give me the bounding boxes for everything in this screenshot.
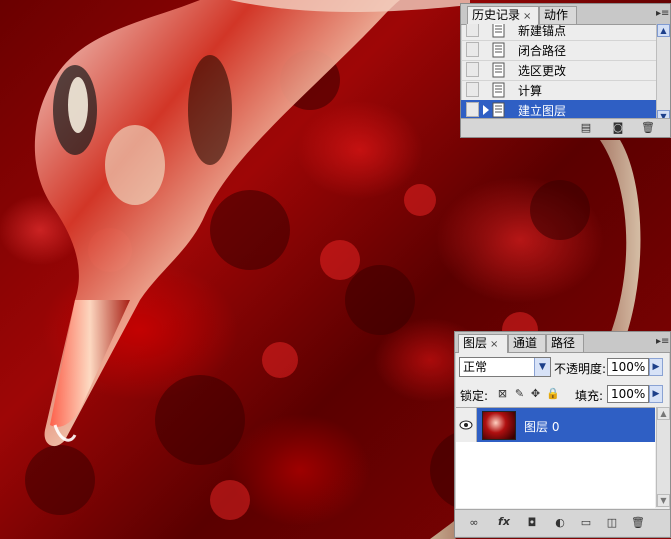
panel-menu-icon[interactable]: ▸≡ — [656, 8, 669, 20]
fill-label: 填充: — [575, 389, 604, 403]
snapshot-checkbox[interactable] — [466, 102, 479, 117]
history-item-label: 计算 — [518, 84, 543, 98]
lock-transparent-pixels-icon[interactable]: ⊠ — [496, 387, 509, 400]
tab-paths[interactable]: 路径 — [546, 334, 584, 352]
history-state-icon — [492, 42, 505, 58]
tab-paths-label: 路径 — [551, 336, 576, 350]
tab-channels-label: 通道 — [513, 336, 538, 350]
fill-input[interactable]: 100% — [607, 385, 649, 403]
list-item[interactable]: 选区更改 — [461, 60, 657, 81]
history-list: 新建锚点 闭合路径 选区更改 计算 建立图层 — [461, 24, 670, 124]
tab-actions-label: 动作 — [544, 8, 569, 22]
tab-actions[interactable]: 动作 — [539, 6, 577, 24]
layers-footer: ∞ fx ◘ ◐ ▭ ◫ 🗑 — [455, 509, 670, 536]
lock-position-icon[interactable]: ✥ — [529, 387, 542, 400]
folder-icon[interactable]: ▭ — [579, 517, 593, 529]
history-item-label: 建立图层 — [518, 104, 567, 118]
layers-list: 图层 0 — [456, 407, 655, 508]
opacity-slider-arrow-icon[interactable]: ▶ — [649, 358, 663, 376]
eye-icon[interactable] — [459, 420, 473, 430]
list-item[interactable]: 新建锚点 — [461, 24, 657, 41]
tab-layers-label: 图层 — [463, 336, 488, 350]
panel-menu-icon[interactable]: ▸≡ — [656, 336, 669, 348]
history-item-label: 选区更改 — [518, 64, 567, 78]
fill-slider-arrow-icon[interactable]: ▶ — [649, 385, 663, 403]
trash-icon[interactable]: 🗑 — [631, 517, 645, 529]
history-state-icon — [492, 62, 505, 78]
close-icon[interactable]: × — [490, 339, 498, 350]
snapshot-checkbox[interactable] — [466, 62, 479, 77]
opacity-label: 不透明度: — [554, 362, 607, 376]
layers-scrollbar[interactable]: ▲ ▼ — [656, 407, 670, 507]
history-scrollbar[interactable]: ▲ ▼ — [656, 24, 670, 123]
history-item-label: 新建锚点 — [518, 24, 567, 38]
tab-history[interactable]: 历史记录 × — [467, 6, 539, 25]
scroll-down-icon[interactable]: ▼ — [657, 494, 670, 507]
chevron-down-icon[interactable]: ▼ — [534, 358, 550, 376]
adjustment-icon[interactable]: ◐ — [553, 517, 567, 529]
history-state-pointer-icon[interactable] — [483, 105, 489, 115]
list-item[interactable]: 闭合路径 — [461, 40, 657, 61]
layers-panel: 图层 × 通道 路径 ▸≡ 正常 ▼ 不透明度: 100% ▶ 锁定: ⊠ ✎ ✥… — [454, 331, 671, 538]
lock-label: 锁定: — [460, 389, 489, 403]
layer-thumbnail — [482, 411, 516, 440]
layer-visibility-toggle[interactable] — [456, 408, 477, 442]
layer-name: 图层 0 — [524, 420, 560, 434]
scroll-up-icon[interactable]: ▲ — [657, 407, 670, 420]
new-layer-icon[interactable]: ◫ — [605, 517, 619, 529]
layers-tabbar: 图层 × 通道 路径 ▸≡ — [455, 332, 670, 353]
opacity-input[interactable]: 100% — [607, 358, 649, 376]
scroll-up-icon[interactable]: ▲ — [657, 24, 670, 37]
camera-icon[interactable]: ◙ — [611, 122, 625, 134]
snapshot-checkbox[interactable] — [466, 42, 479, 57]
lock-all-icon[interactable]: 🔒 — [546, 387, 560, 400]
blend-mode-value: 正常 — [463, 360, 488, 374]
snapshot-checkbox[interactable] — [466, 24, 479, 37]
layer-row[interactable]: 图层 0 — [456, 408, 655, 442]
tab-layers[interactable]: 图层 × — [458, 334, 508, 353]
snapshot-checkbox[interactable] — [466, 82, 479, 97]
trash-icon[interactable]: 🗑 — [641, 122, 655, 134]
mask-icon[interactable]: ◘ — [525, 517, 539, 529]
fx-icon[interactable]: fx — [497, 516, 511, 528]
link-icon[interactable]: ∞ — [467, 517, 481, 529]
history-state-icon — [492, 24, 505, 38]
close-icon[interactable]: × — [523, 11, 531, 22]
history-item-label: 闭合路径 — [518, 44, 567, 58]
blend-mode-select[interactable]: 正常 ▼ — [459, 357, 551, 377]
history-footer: ▤ ◙ 🗑 — [461, 118, 670, 137]
tab-channels[interactable]: 通道 — [508, 334, 546, 352]
tab-history-label: 历史记录 — [472, 8, 521, 22]
history-state-icon — [492, 82, 505, 98]
history-tabbar: 历史记录 × 动作 ▸≡ — [461, 4, 670, 25]
history-state-icon — [492, 102, 505, 118]
list-item[interactable]: 计算 — [461, 80, 657, 101]
history-panel: 历史记录 × 动作 ▸≡ 新建锚点 闭合路径 选区更改 计算 建立图层 ▲ ▼ … — [460, 3, 671, 138]
lock-image-pixels-icon[interactable]: ✎ — [513, 387, 526, 400]
new-document-from-state-icon[interactable]: ▤ — [579, 122, 593, 134]
